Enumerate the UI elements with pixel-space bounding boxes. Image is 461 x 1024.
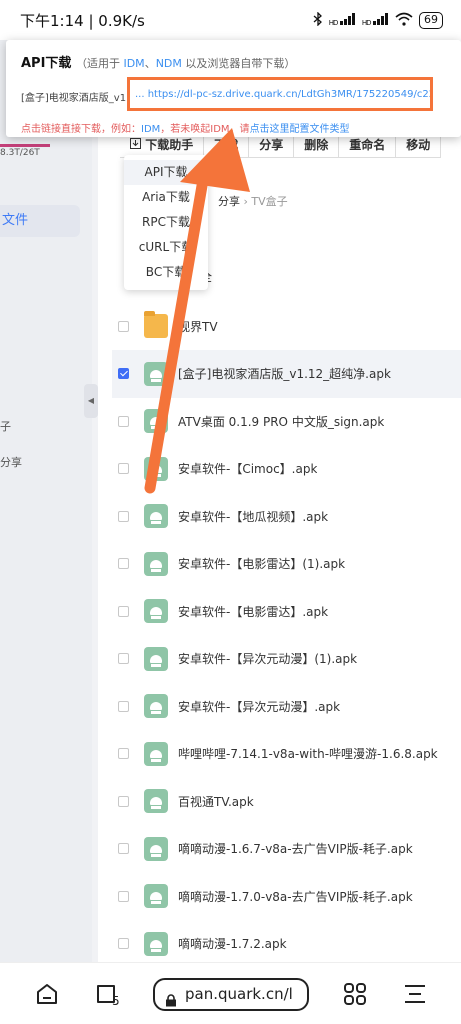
file-row[interactable]: 安卓软件-【电影雷达】(1).apk [112, 540, 461, 588]
file-row[interactable]: 嘀嘀动漫-1.7.2.apk [112, 920, 461, 968]
file-row[interactable]: 安卓软件-【电影雷达】.apk [112, 587, 461, 635]
android-apk-icon [144, 504, 168, 528]
configure-file-type-link[interactable]: 点击这里配置文件类型 [250, 124, 350, 135]
android-apk-icon [144, 599, 168, 623]
file-name: 安卓软件-【异次元动漫】(1).apk [178, 652, 358, 666]
lock-icon [165, 988, 177, 1007]
download-link[interactable]: ... https://dl-pc-sz.drive.quark.cn/LdtG… [135, 89, 430, 100]
file-checkbox[interactable] [118, 415, 129, 427]
status-bar: 下午1:14 | 0.9K/s HD HD 69 [0, 0, 461, 40]
android-apk-icon [144, 694, 168, 718]
breadcrumb-share[interactable]: 分享 [218, 195, 240, 208]
file-name: 百视通TV.apk [178, 794, 254, 809]
file-name: 安卓软件-【电影雷达】(1).apk [178, 557, 346, 571]
file-name: 哔哩哔哩-7.14.1-v8a-with-哔哩漫游-1.6.8.apk [178, 747, 438, 761]
file-checkbox[interactable] [118, 890, 129, 902]
file-checkbox[interactable] [118, 938, 129, 949]
battery-icon: 69 [419, 11, 443, 29]
popup-title: API下载 （适用于 IDM、NDM 以及浏览器自带下载） [21, 56, 296, 71]
sidebar-item-share[interactable]: 分享 [0, 454, 22, 470]
file-name: ATV桌面 0.1.9 PRO 中文版_sign.apk [178, 414, 385, 429]
menu-item-rpc-download[interactable]: RPC下载 [124, 210, 208, 235]
menu-item-aria-download[interactable]: Aria下载 [124, 185, 208, 210]
file-row[interactable]: 视界TV [112, 302, 461, 350]
file-checkbox[interactable] [118, 700, 129, 712]
sidebar: 8.3T/26T 文件 子 分享 [0, 40, 92, 962]
download-link-highlight: ... https://dl-pc-sz.drive.quark.cn/LdtG… [127, 77, 433, 111]
popup-file-name: [盒子]电视家酒店版_v1 [21, 93, 127, 104]
android-apk-icon [144, 456, 168, 481]
menu-item-bc-download[interactable]: BC下载 [124, 260, 208, 285]
menu-item-api-download[interactable]: API下载 [124, 160, 208, 185]
menu-item-curl-download[interactable]: cURL下载 [124, 235, 208, 260]
android-apk-icon [144, 646, 168, 671]
android-apk-icon [144, 409, 168, 433]
file-checkbox[interactable] [118, 368, 129, 379]
android-apk-icon [144, 789, 168, 813]
file-row[interactable]: [盒子]电视家酒店版_v1.12_超纯净.apk [112, 349, 461, 398]
download-icon [130, 138, 145, 152]
file-row[interactable]: 安卓软件-【异次元动漫】.apk [112, 682, 461, 730]
file-checkbox[interactable] [118, 320, 129, 332]
file-checkbox[interactable] [118, 463, 129, 474]
signal-icon-2: HD [362, 12, 389, 28]
sidebar-item-a[interactable]: 子 [0, 418, 11, 434]
file-row[interactable]: 安卓软件-【异次元动漫】(1).apk [112, 635, 461, 683]
collapse-sidebar-button[interactable]: ◀ [84, 384, 98, 418]
api-download-popup: API下载 （适用于 IDM、NDM 以及浏览器自带下载） [盒子]电视家酒店版… [6, 40, 461, 137]
file-name: 安卓软件-【地瓜视频】.apk [178, 509, 329, 524]
file-row[interactable]: 百视通TV.apk [112, 777, 461, 825]
home-icon[interactable] [34, 981, 60, 1007]
file-name: 安卓软件-【电影雷达】.apk [178, 604, 329, 619]
android-apk-icon [144, 741, 168, 766]
file-checkbox[interactable] [118, 558, 129, 569]
storage-text: 8.3T/26T [0, 148, 40, 158]
file-row[interactable]: 嘀嘀动漫-1.6.7-v8a-去广告VIP版-耗子.apk [112, 825, 461, 873]
android-apk-icon [144, 836, 168, 861]
file-checkbox[interactable] [118, 605, 129, 617]
file-row[interactable]: 安卓软件-【地瓜视频】.apk [112, 492, 461, 540]
file-checkbox[interactable] [118, 653, 129, 664]
wifi-icon [395, 12, 413, 29]
status-icons: HD HD 69 [313, 10, 443, 29]
file-row[interactable]: ATV桌面 0.1.9 PRO 中文版_sign.apk [112, 397, 461, 445]
status-time: 下午1:14 | 0.9K/s [20, 11, 145, 30]
file-checkbox[interactable] [118, 843, 129, 854]
android-apk-icon [144, 931, 168, 956]
file-checkbox[interactable] [118, 748, 129, 759]
file-checkbox[interactable] [118, 510, 129, 522]
file-checkbox[interactable] [118, 795, 129, 807]
grid-menu-icon[interactable] [342, 981, 368, 1007]
bluetooth-icon [313, 10, 323, 29]
file-name: 嘀嘀动漫-1.7.2.apk [178, 937, 287, 951]
storage-bar [0, 144, 50, 147]
signal-icon-1: HD [329, 12, 356, 28]
file-row[interactable]: 安卓软件-【Cimoc】.apk [112, 445, 461, 493]
browser-bottom-nav: 5 pan.quark.cn/l [0, 962, 461, 1024]
file-name: 嘀嘀动漫-1.7.0-v8a-去广告VIP版-耗子.apk [178, 889, 413, 904]
file-name: 安卓软件-【Cimoc】.apk [178, 462, 318, 476]
menu-icon[interactable] [402, 981, 428, 1007]
file-name: 安卓软件-【异次元动漫】.apk [178, 699, 341, 714]
popup-hint: 点击链接直接下载，例如：IDM，若未唤起IDM，请点击这里配置文件类型 [21, 124, 350, 135]
folder-icon [144, 311, 168, 338]
breadcrumb-tvbox[interactable]: TV盒子 [251, 195, 287, 208]
file-row[interactable]: 嘀嘀动漫-1.7.0-v8a-去广告VIP版-耗子.apk [112, 872, 461, 920]
file-name: 视界TV [178, 319, 218, 334]
android-apk-icon [144, 361, 168, 386]
android-apk-icon [144, 884, 168, 908]
file-name: 嘀嘀动漫-1.6.7-v8a-去广告VIP版-耗子.apk [178, 842, 413, 856]
address-text: pan.quark.cn/l [185, 985, 293, 1003]
tab-count: 5 [112, 994, 120, 1008]
breadcrumb: 分享 › TV盒子 [218, 195, 288, 208]
file-name: [盒子]电视家酒店版_v1.12_超纯净.apk [178, 367, 391, 381]
download-dropdown: API下载 Aria下载 RPC下载 cURL下载 BC下载 [124, 155, 208, 290]
android-apk-icon [144, 551, 168, 576]
sidebar-item-files[interactable]: 文件 [0, 205, 80, 237]
file-row[interactable]: 哔哩哔哩-7.14.1-v8a-with-哔哩漫游-1.6.8.apk [112, 730, 461, 778]
address-bar[interactable]: pan.quark.cn/l [153, 978, 309, 1011]
